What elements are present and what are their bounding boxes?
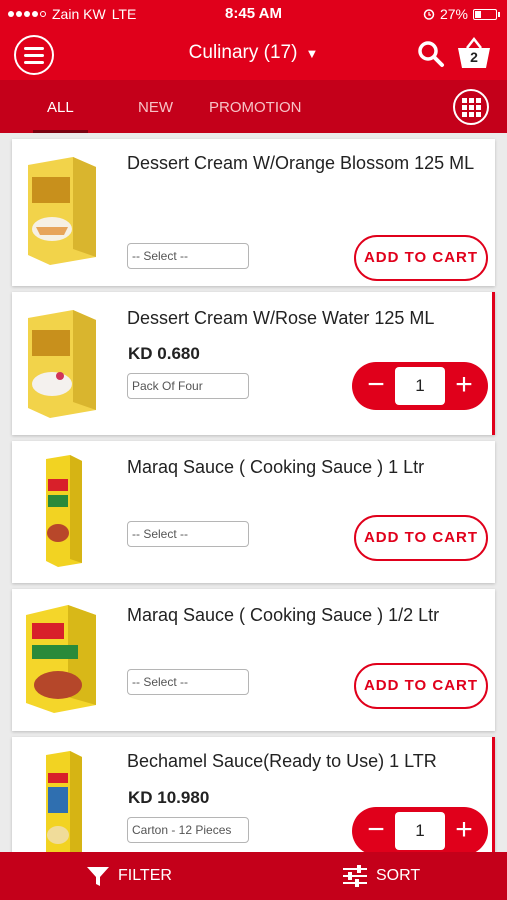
- category-title: Culinary (17): [188, 42, 298, 63]
- pack-size-select[interactable]: -- Select --: [127, 669, 249, 695]
- product-card[interactable]: Maraq Sauce ( Cooking Sauce ) 1 Ltr -- S…: [12, 441, 495, 583]
- increase-quantity-button[interactable]: +: [444, 366, 484, 406]
- product-card[interactable]: Dessert Cream W/Orange Blossom 125 ML --…: [12, 139, 495, 286]
- tab-new[interactable]: NEW: [138, 80, 173, 133]
- add-to-cart-button[interactable]: ADD TO CART: [354, 515, 488, 561]
- status-right: 27%: [423, 6, 500, 22]
- pack-size-select[interactable]: Carton - 12 Pieces: [127, 817, 249, 843]
- cart-button[interactable]: 2: [455, 36, 493, 70]
- product-price: KD 10.980: [128, 788, 210, 807]
- increase-quantity-button[interactable]: +: [444, 811, 484, 851]
- status-bar: Zain KW LTE 8:45 AM 27%: [0, 0, 507, 28]
- product-card[interactable]: Bechamel Sauce(Ready to Use) 1 LTR KD 10…: [12, 737, 495, 857]
- grid-view-button[interactable]: [453, 89, 489, 125]
- product-name: Maraq Sauce ( Cooking Sauce ) 1 Ltr: [127, 457, 425, 477]
- product-name: Maraq Sauce ( Cooking Sauce ) 1/2 Ltr: [127, 605, 440, 625]
- pack-size-select[interactable]: -- Select --: [127, 243, 249, 269]
- product-image: [46, 455, 82, 567]
- pack-size-select[interactable]: -- Select --: [127, 521, 249, 547]
- product-name: Dessert Cream W/Orange Blossom 125 ML: [127, 153, 475, 173]
- product-image: [28, 310, 96, 418]
- search-icon: [418, 41, 444, 67]
- product-price: KD 0.680: [128, 344, 200, 363]
- filter-icon: [87, 867, 109, 886]
- filter-tabs: ALL NEW PROMOTION: [0, 80, 507, 133]
- app-header: Culinary (17) ▼ 2: [0, 28, 507, 80]
- product-image: [26, 605, 96, 713]
- quantity-stepper: − 1 +: [352, 362, 488, 410]
- pack-size-select[interactable]: Pack Of Four: [127, 373, 249, 399]
- sliders-icon: [343, 865, 367, 887]
- product-card[interactable]: Dessert Cream W/Rose Water 125 ML KD 0.6…: [12, 292, 495, 435]
- tab-promotion[interactable]: PROMOTION: [209, 80, 302, 133]
- grid-icon: [461, 97, 467, 103]
- product-name: Dessert Cream W/Rose Water 125 ML: [127, 308, 435, 328]
- cart-count-badge: 2: [470, 49, 478, 65]
- product-card[interactable]: Maraq Sauce ( Cooking Sauce ) 1/2 Ltr --…: [12, 589, 495, 731]
- add-to-cart-button[interactable]: ADD TO CART: [354, 235, 488, 281]
- decrease-quantity-button[interactable]: −: [356, 366, 396, 406]
- alarm-icon: [423, 9, 435, 20]
- add-to-cart-button[interactable]: ADD TO CART: [354, 663, 488, 709]
- sort-button[interactable]: SORT: [342, 852, 420, 900]
- filter-button[interactable]: FILTER: [86, 852, 172, 900]
- quantity-value[interactable]: 1: [395, 367, 445, 405]
- chevron-down-icon: ▼: [305, 46, 319, 61]
- tab-all[interactable]: ALL: [33, 80, 88, 133]
- battery-percent: 27%: [439, 6, 468, 22]
- quantity-value[interactable]: 1: [395, 812, 445, 850]
- decrease-quantity-button[interactable]: −: [356, 811, 396, 851]
- product-image: [28, 157, 96, 265]
- battery-icon: [473, 8, 500, 20]
- search-button[interactable]: [417, 40, 445, 68]
- sort-label: SORT: [376, 867, 421, 884]
- product-name: Bechamel Sauce(Ready to Use) 1 LTR: [127, 751, 437, 771]
- filter-label: FILTER: [118, 867, 172, 884]
- bottom-toolbar: FILTER SORT: [0, 852, 507, 900]
- product-image: [46, 751, 82, 857]
- quantity-stepper: − 1 +: [352, 807, 488, 855]
